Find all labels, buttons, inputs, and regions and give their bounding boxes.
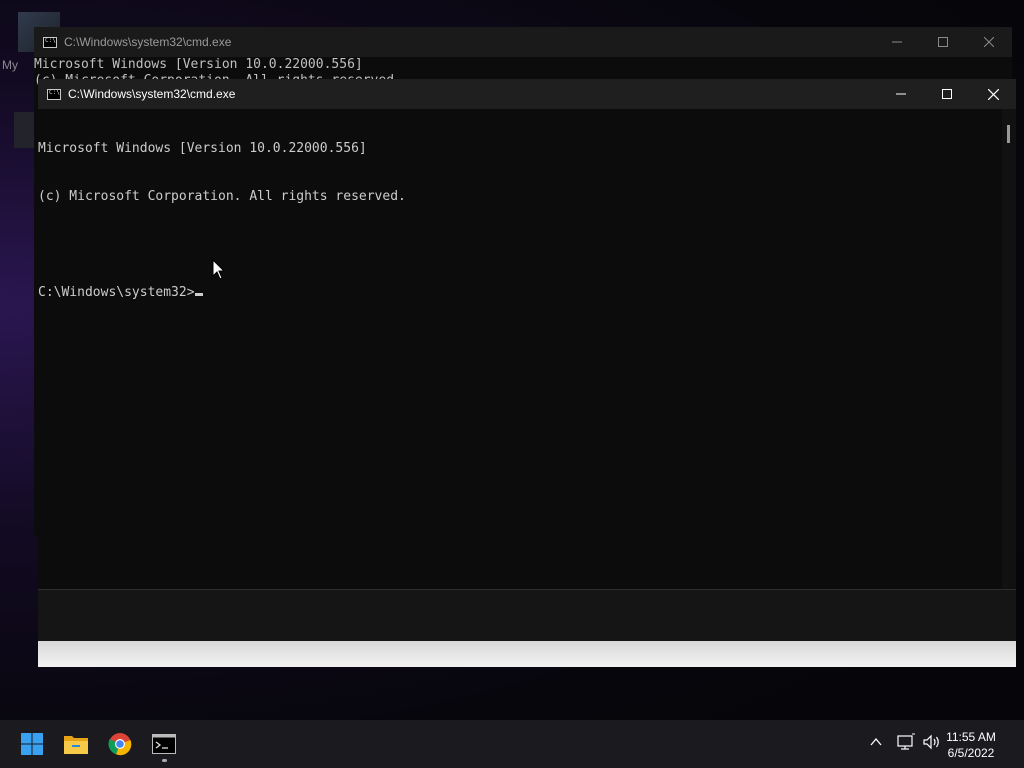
start-button[interactable] [16, 728, 48, 760]
background-maximize-button[interactable] [920, 27, 966, 57]
cmd-window-title: C:\Windows\system32\cmd.exe [68, 87, 236, 101]
clock-date: 6/5/2022 [947, 746, 995, 760]
maximize-icon [938, 37, 948, 47]
network-icon[interactable] [896, 733, 916, 751]
window-bottom-strip [38, 641, 1016, 667]
desktop-icon-label: My [2, 58, 18, 72]
cmd-app-icon [47, 88, 61, 100]
background-close-button[interactable] [966, 27, 1012, 57]
close-button[interactable] [970, 79, 1016, 109]
command-prompt-icon [152, 734, 176, 754]
chevron-up-icon[interactable] [868, 734, 884, 750]
background-console-line: Microsoft Windows [Version 10.0.22000.55… [34, 57, 363, 72]
running-indicator [162, 759, 167, 762]
chrome-button[interactable] [104, 728, 136, 760]
cmd-window[interactable]: C:\Windows\system32\cmd.exe Microsoft Wi… [38, 79, 1016, 642]
minimize-icon [892, 41, 902, 43]
file-explorer-button[interactable] [60, 728, 92, 760]
close-icon [984, 37, 994, 47]
console-line: Microsoft Windows [Version 10.0.22000.55… [38, 141, 367, 156]
taskbar-clock[interactable]: 11:55 AM 6/5/2022 [936, 729, 1006, 761]
minimize-icon [896, 93, 906, 95]
maximize-button[interactable] [924, 79, 970, 109]
clock-time: 11:55 AM [946, 730, 996, 744]
scrollbar-thumb[interactable] [1007, 125, 1010, 143]
cmd-window-titlebar[interactable]: C:\Windows\system32\cmd.exe [38, 79, 1016, 109]
console-prompt: C:\Windows\system32> [38, 285, 195, 300]
mouse-pointer-icon [212, 259, 226, 280]
cmd-app-icon [43, 36, 57, 48]
background-window-titlebar[interactable]: C:\Windows\system32\cmd.exe [34, 27, 1012, 57]
minimize-button[interactable] [878, 79, 924, 109]
command-prompt-button[interactable] [148, 728, 180, 760]
vertical-scrollbar[interactable] [1002, 109, 1016, 589]
console-output[interactable]: Microsoft Windows [Version 10.0.22000.55… [38, 109, 1002, 589]
console-lower-pane [38, 589, 1016, 642]
text-cursor [194, 293, 203, 296]
close-icon [987, 88, 999, 100]
console-line: (c) Microsoft Corporation. All rights re… [38, 189, 406, 204]
background-window-title: C:\Windows\system32\cmd.exe [64, 35, 232, 49]
file-explorer-icon [64, 736, 88, 754]
maximize-icon [942, 89, 952, 99]
background-minimize-button[interactable] [874, 27, 920, 57]
desktop-icon-partial[interactable] [14, 112, 36, 148]
start-icon [21, 733, 43, 755]
chrome-icon [108, 733, 132, 756]
